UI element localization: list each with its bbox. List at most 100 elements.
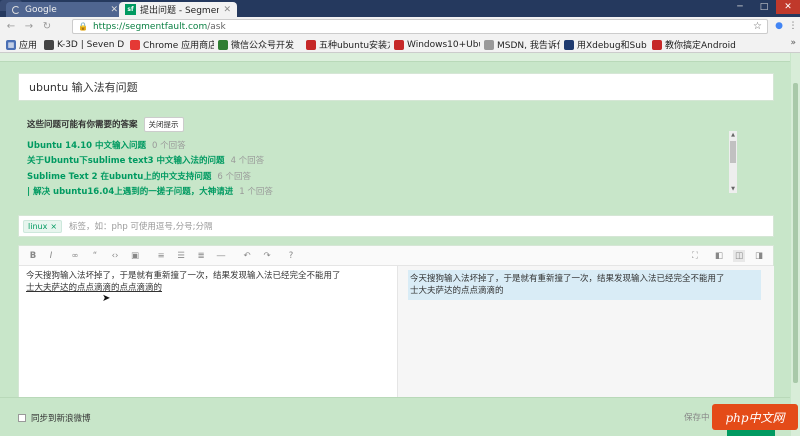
undo-icon[interactable]: ↶ <box>241 250 253 262</box>
scroll-thumb[interactable] <box>730 141 736 163</box>
page-content: ubuntu 输入法有问题 这些问题可能有你需要的答案 关闭提示 Ubuntu … <box>0 53 800 436</box>
editor-line: 士大夫萨达的点点滴滴的点点滴滴的 <box>26 283 163 293</box>
heading-icon[interactable]: ≣ <box>195 250 207 262</box>
code-icon[interactable]: ‹› <box>109 250 121 262</box>
tab-segmentfault[interactable]: sf 提出问题 - Segmentfault ✕ <box>119 2 237 17</box>
bookmark-item[interactable]: Windows10+Ubu <box>394 38 480 51</box>
question-title-input[interactable]: ubuntu 输入法有问题 <box>18 73 774 101</box>
bookmark-label: 微信公众号开发 <box>231 41 295 51</box>
bookmark-item[interactable]: 微信公众号开发 <box>218 38 302 51</box>
bookmark-label: 教你搞定Android <box>665 41 736 51</box>
site-icon <box>44 39 54 50</box>
lock-icon: 🔒 <box>78 22 88 31</box>
unordered-list-icon[interactable]: ☰ <box>175 250 187 262</box>
scroll-down-icon[interactable]: ▼ <box>729 185 737 193</box>
answer-count: 0 个回答 <box>152 140 186 151</box>
checkbox-icon[interactable] <box>18 414 26 422</box>
remove-tag-icon[interactable]: × <box>50 222 57 231</box>
forward-icon[interactable]: → <box>22 20 36 34</box>
page-scrollbar[interactable] <box>791 53 800 436</box>
bookmark-item[interactable]: Chrome 应用商店 <box>130 38 214 51</box>
fullscreen-icon[interactable]: ⛶ <box>689 250 701 262</box>
list-item[interactable]: | 解决 ubuntu16.04上遇到的一搓子问题，大神请进 1 个回答 <box>27 184 767 200</box>
similar-question-link[interactable]: Sublime Text 2 在ubuntu上的中文支持问题 <box>27 170 211 182</box>
sync-label: 同步到新浪微博 <box>31 414 91 424</box>
close-window-icon[interactable]: ✕ <box>776 0 800 14</box>
edit-only-icon[interactable]: ◧ <box>713 250 725 262</box>
tag-input[interactable]: linux × 标签，如：php 可使用逗号,分号;分隔 <box>18 215 774 237</box>
link-icon[interactable]: ∞ <box>69 250 81 262</box>
bookmark-item[interactable]: K-3D | Seven De <box>44 38 124 51</box>
help-icon[interactable]: ? <box>285 250 297 262</box>
address-toolbar: ← → ↻ 🔒 https://segmentfault.com /ask ☆ … <box>0 17 800 36</box>
back-icon[interactable]: ← <box>4 20 18 34</box>
editor-toolbar: B I ∞ “ ‹› ▣ ≡ ☰ ≣ ― ↶ ↷ ? ⛶ ◧ ◫ ◨ <box>19 246 773 266</box>
top-band <box>0 53 790 62</box>
list-item[interactable]: 关于Ubuntu下sublime text3 中文输入法的问题 4 个回答 <box>27 153 767 169</box>
close-hint-button[interactable]: 关闭提示 <box>143 116 184 132</box>
close-tab-icon[interactable]: ✕ <box>110 5 118 15</box>
url-host: https://segmentfault.com <box>92 21 208 32</box>
tag-chip: linux × <box>23 219 63 233</box>
mouse-cursor-icon: ➤ <box>102 293 111 304</box>
apps-icon: ▦ <box>6 39 16 50</box>
extension-icon[interactable]: ● <box>772 19 786 33</box>
site-icon <box>306 39 316 50</box>
minimize-icon[interactable]: ─ <box>728 0 752 14</box>
bookmark-item[interactable]: 五种ubuntu安装方 <box>306 38 390 51</box>
watermark-text: php中文网 <box>725 410 785 425</box>
similar-question-link[interactable]: Ubuntu 14.10 中文输入问题 <box>27 139 146 151</box>
image-icon[interactable]: ▣ <box>129 250 141 262</box>
more-bookmarks-icon[interactable]: » <box>790 38 796 48</box>
site-icon <box>394 39 404 50</box>
tab-title: 提出问题 - Segmentfault <box>140 6 220 16</box>
tag-label: linux <box>28 221 48 231</box>
split-view-icon[interactable]: ◫ <box>733 250 745 262</box>
similar-questions: 这些问题可能有你需要的答案 关闭提示 Ubuntu 14.10 中文输入问题 0… <box>27 116 767 199</box>
preview-pane: 今天搜狗输入法坏掉了，于是就有重新撞了一次，结果发现输入法已经完全不能用了 士大… <box>397 266 774 408</box>
quote-icon[interactable]: “ <box>89 250 101 262</box>
bookmark-label: Chrome 应用商店 <box>143 41 214 51</box>
similar-heading-row: 这些问题可能有你需要的答案 关闭提示 <box>27 116 767 132</box>
editor-line: 今天搜狗输入法坏掉了，于是就有重新撞了一次，结果发现输入法已经完全不能用了 <box>26 271 341 281</box>
tab-title: Google <box>25 4 57 15</box>
similar-scrollbar[interactable]: ▲ ▼ <box>729 131 737 193</box>
bookmark-label: Windows10+Ubu <box>407 39 480 50</box>
bold-icon[interactable]: B <box>27 250 39 262</box>
list-item[interactable]: Sublime Text 2 在ubuntu上的中文支持问题 6 个回答 <box>27 168 767 184</box>
bookmark-label: MSDN, 我告诉你 <box>497 41 560 51</box>
bookmark-label: 五种ubuntu安装方 <box>319 41 390 51</box>
maximize-icon[interactable]: □ <box>752 0 776 14</box>
sync-weibo-checkbox[interactable]: 同步到新浪微博 <box>18 412 91 424</box>
bookmark-item[interactable]: 用Xdebug和Sub <box>564 38 648 51</box>
bookmarks-bar: ▦ 应用 K-3D | Seven De Chrome 应用商店 微信公众号开发… <box>0 36 800 53</box>
close-tab-icon[interactable]: ✕ <box>223 5 231 15</box>
editor-textarea[interactable]: 今天搜狗输入法坏掉了，于是就有重新撞了一次，结果发现输入法已经完全不能用了 士大… <box>19 266 397 408</box>
similar-question-link[interactable]: 关于Ubuntu下sublime text3 中文输入法的问题 <box>27 154 225 166</box>
scroll-up-icon[interactable]: ▲ <box>729 131 737 139</box>
scroll-thumb[interactable] <box>793 83 798 383</box>
bookmark-label: 应用 <box>19 41 38 51</box>
bookmark-label: K-3D | Seven De <box>57 39 124 50</box>
ordered-list-icon[interactable]: ≡ <box>155 250 167 262</box>
similar-heading: 这些问题可能有你需要的答案 <box>27 120 138 130</box>
list-item[interactable]: Ubuntu 14.10 中文输入问题 0 个回答 <box>27 137 767 153</box>
similar-question-link[interactable]: | 解决 ubuntu16.04上遇到的一搓子问题，大神请进 <box>27 185 233 197</box>
bookmark-item[interactable]: 教你搞定Android <box>652 38 738 51</box>
menu-icon[interactable]: ⋮ <box>786 19 800 33</box>
segmentfault-favicon-icon: sf <box>125 4 136 15</box>
bookmark-star-icon[interactable]: ☆ <box>753 21 762 32</box>
redo-icon[interactable]: ↷ <box>261 250 273 262</box>
bookmark-item[interactable]: MSDN, 我告诉你 <box>484 38 560 51</box>
reload-icon[interactable]: ↻ <box>40 20 54 34</box>
italic-icon[interactable]: I <box>45 250 57 262</box>
preview-line: 今天搜狗输入法坏掉了，于是就有重新撞了一次，结果发现输入法已经完全不能用了 <box>410 274 725 284</box>
preview-content: 今天搜狗输入法坏掉了，于是就有重新撞了一次，结果发现输入法已经完全不能用了 士大… <box>408 270 761 300</box>
preview-only-icon[interactable]: ◨ <box>753 250 765 262</box>
tab-google[interactable]: Google ✕ <box>6 2 124 17</box>
url-bar[interactable]: 🔒 https://segmentfault.com /ask ☆ <box>72 19 768 34</box>
similar-list: Ubuntu 14.10 中文输入问题 0 个回答 关于Ubuntu下subli… <box>27 137 767 199</box>
horizontal-rule-icon[interactable]: ― <box>215 250 227 262</box>
answer-count: 1 个回答 <box>239 187 273 198</box>
bookmark-apps[interactable]: ▦ 应用 <box>6 38 37 51</box>
